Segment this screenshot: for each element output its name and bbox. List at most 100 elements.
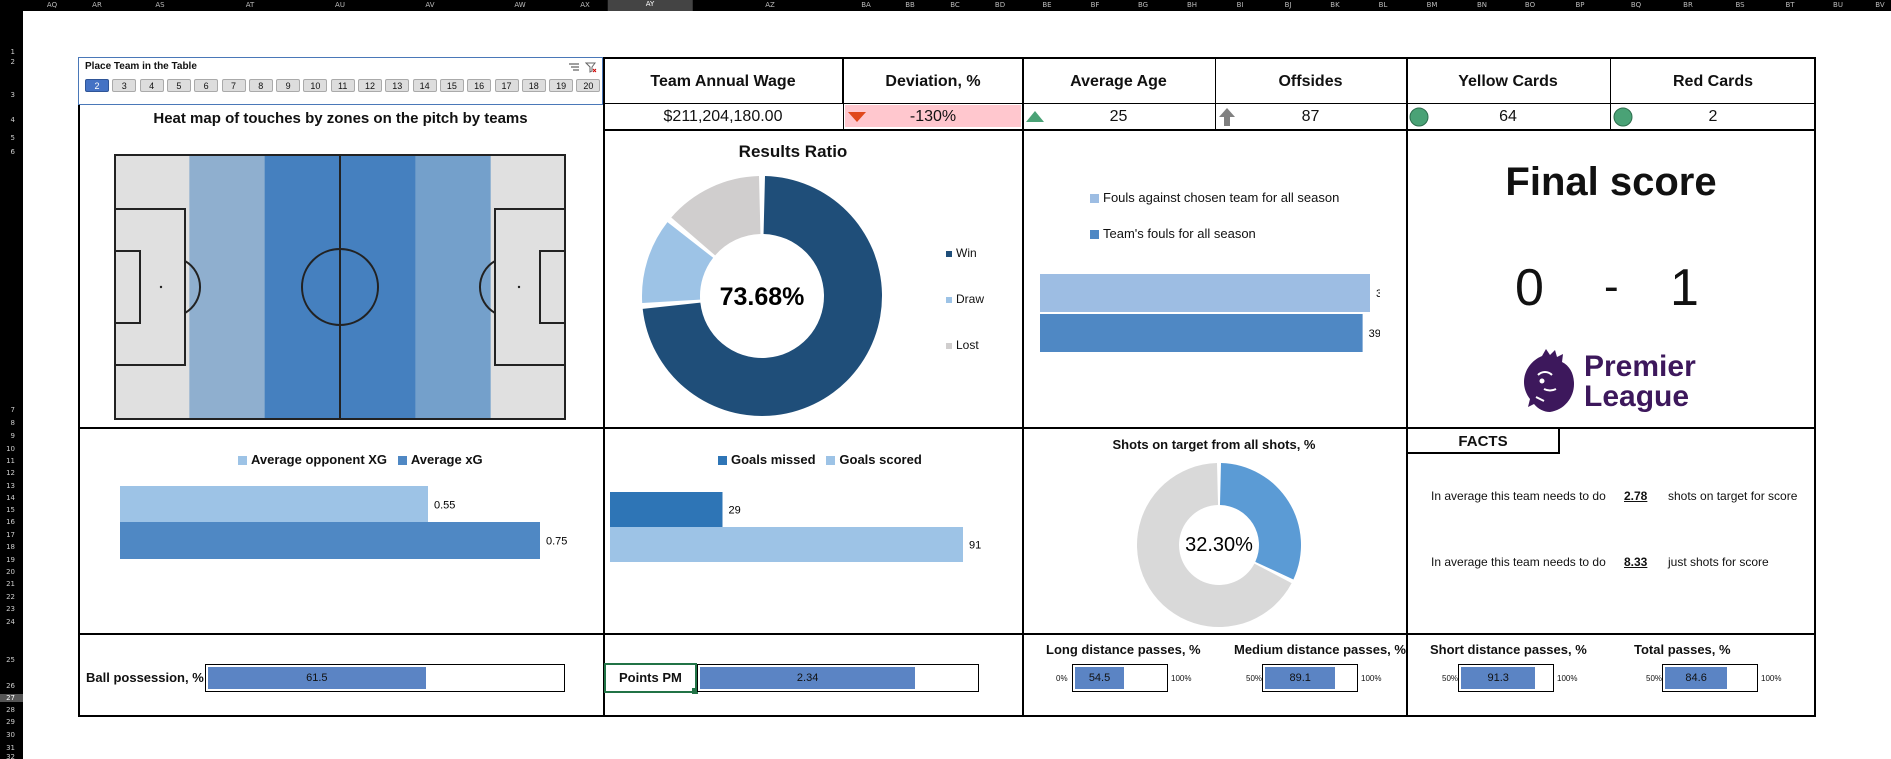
- column-header[interactable]: BC: [950, 1, 960, 9]
- slicer-item[interactable]: 15: [439, 79, 464, 92]
- row-header[interactable]: 24: [6, 618, 15, 626]
- legend-label: Draw: [956, 292, 985, 306]
- slicer-item[interactable]: 17: [494, 79, 519, 92]
- column-header[interactable]: AW: [514, 1, 525, 9]
- column-header[interactable]: BL: [1379, 1, 1388, 9]
- divider: [78, 633, 1816, 635]
- row-header[interactable]: 27: [0, 694, 23, 702]
- slicer-item[interactable]: 3: [112, 79, 137, 92]
- slicer-item[interactable]: 16: [467, 79, 492, 92]
- column-header[interactable]: BN: [1477, 1, 1487, 9]
- row-header[interactable]: 12: [6, 469, 15, 477]
- row-header[interactable]: 17: [6, 531, 15, 539]
- multi-select-icon[interactable]: [568, 61, 580, 73]
- possession-label: Ball possession, %: [86, 670, 204, 685]
- column-header[interactable]: BV: [1875, 1, 1884, 9]
- bar-value-label: 391: [1369, 328, 1380, 340]
- slicer-item[interactable]: 18: [521, 79, 546, 92]
- team-place-slicer[interactable]: Place Team in the Table 2 3 4 5 6 7 8 9 10 11 12 13…: [78, 57, 603, 105]
- row-header[interactable]: 32: [6, 753, 15, 759]
- slicer-item[interactable]: 5: [166, 79, 191, 92]
- column-header[interactable]: AQ: [47, 1, 57, 9]
- row-header[interactable]: 8: [11, 419, 15, 427]
- column-header[interactable]: BA: [861, 1, 871, 9]
- column-header[interactable]: BP: [1575, 1, 1584, 9]
- row-header[interactable]: 28: [6, 706, 15, 714]
- slicer-item[interactable]: 11: [330, 79, 355, 92]
- slicer-item[interactable]: 4: [139, 79, 164, 92]
- column-header[interactable]: AU: [335, 1, 345, 9]
- shots-donut-chart: 32.30%: [1137, 463, 1301, 627]
- column-header[interactable]: BQ: [1631, 1, 1641, 9]
- row-header[interactable]: 9: [11, 432, 15, 440]
- row-header[interactable]: 22: [6, 593, 15, 601]
- column-header[interactable]: BR: [1683, 1, 1693, 9]
- column-header[interactable]: BT: [1785, 1, 1794, 9]
- slicer-item[interactable]: 13: [385, 79, 410, 92]
- row-header[interactable]: 16: [6, 518, 15, 526]
- column-header[interactable]: BU: [1833, 1, 1843, 9]
- slicer-item[interactable]: 14: [412, 79, 437, 92]
- premier-league-lion-logo: [1524, 349, 1574, 412]
- legend-swatch: [718, 456, 727, 466]
- slicer-item[interactable]: 10: [303, 79, 328, 92]
- slicer-item[interactable]: 7: [221, 79, 246, 92]
- slicer-item[interactable]: 6: [194, 79, 219, 92]
- column-header[interactable]: BG: [1138, 1, 1148, 9]
- clear-filter-icon[interactable]: [585, 61, 597, 73]
- row-header[interactable]: 30: [6, 731, 15, 739]
- slicer-item[interactable]: 8: [248, 79, 273, 92]
- row-header[interactable]: 29: [6, 718, 15, 726]
- row-header[interactable]: 1: [11, 48, 15, 56]
- divider: [603, 103, 1816, 104]
- row-header[interactable]: 18: [6, 543, 15, 551]
- row-header[interactable]: 31: [6, 744, 15, 752]
- column-header[interactable]: BJ: [1285, 1, 1292, 9]
- column-header[interactable]: BO: [1525, 1, 1535, 9]
- row-header[interactable]: 14: [6, 494, 15, 502]
- row-header[interactable]: 25: [6, 656, 15, 664]
- column-header[interactable]: AT: [246, 1, 255, 9]
- column-header-bar[interactable]: AQ AR AS AT AU AV AW AX AY AZ BA BB BC BD BE BF BG BH BI BJ…: [0, 0, 1891, 11]
- column-header[interactable]: AX: [580, 1, 590, 9]
- row-header[interactable]: 15: [6, 506, 15, 514]
- row-header[interactable]: 6: [11, 148, 15, 156]
- slicer-item[interactable]: 2: [85, 79, 109, 92]
- row-header[interactable]: 4: [11, 116, 15, 124]
- column-header[interactable]: BD: [995, 1, 1005, 9]
- column-header[interactable]: BS: [1735, 1, 1744, 9]
- row-header[interactable]: 11: [6, 457, 15, 465]
- slicer-item[interactable]: 9: [276, 79, 301, 92]
- row-header[interactable]: 20: [6, 568, 15, 576]
- row-header[interactable]: 2: [11, 58, 15, 66]
- fouls-bar-chart: 394 391: [1040, 274, 1380, 352]
- row-header[interactable]: 26: [6, 682, 15, 690]
- row-header[interactable]: 5: [11, 134, 15, 142]
- row-header-bar[interactable]: 1 2 3 4 5 6 7 8 9 10 11 12 13 14 15 16 17 18 19 20 21 22 23 24 2…: [0, 11, 23, 759]
- slicer-item[interactable]: 12: [358, 79, 382, 92]
- column-header[interactable]: BI: [1237, 1, 1244, 9]
- column-header[interactable]: AY: [607, 0, 693, 11]
- xg-bar-chart: 0.55 0.75: [120, 486, 567, 559]
- row-header[interactable]: 23: [6, 605, 15, 613]
- column-header[interactable]: BF: [1091, 1, 1100, 9]
- column-header[interactable]: BE: [1042, 1, 1051, 9]
- column-header[interactable]: AV: [425, 1, 434, 9]
- column-header[interactable]: BB: [905, 1, 915, 9]
- row-header[interactable]: 21: [6, 580, 15, 588]
- row-header[interactable]: 7: [11, 406, 15, 414]
- slicer-item[interactable]: 19: [549, 79, 574, 92]
- row-header[interactable]: 13: [6, 482, 15, 490]
- column-header[interactable]: BM: [1427, 1, 1438, 9]
- shots-title: Shots on target from all shots, %: [1112, 437, 1316, 452]
- row-header[interactable]: 19: [6, 556, 15, 564]
- column-header[interactable]: AR: [92, 1, 102, 9]
- column-header[interactable]: AZ: [765, 1, 775, 9]
- column-header[interactable]: BH: [1187, 1, 1197, 9]
- slicer-item[interactable]: 20: [576, 79, 601, 92]
- row-header[interactable]: 10: [6, 445, 15, 453]
- column-header[interactable]: AS: [155, 1, 164, 9]
- row-header[interactable]: 3: [11, 91, 15, 99]
- heat-zone: [114, 154, 190, 420]
- column-header[interactable]: BK: [1330, 1, 1339, 9]
